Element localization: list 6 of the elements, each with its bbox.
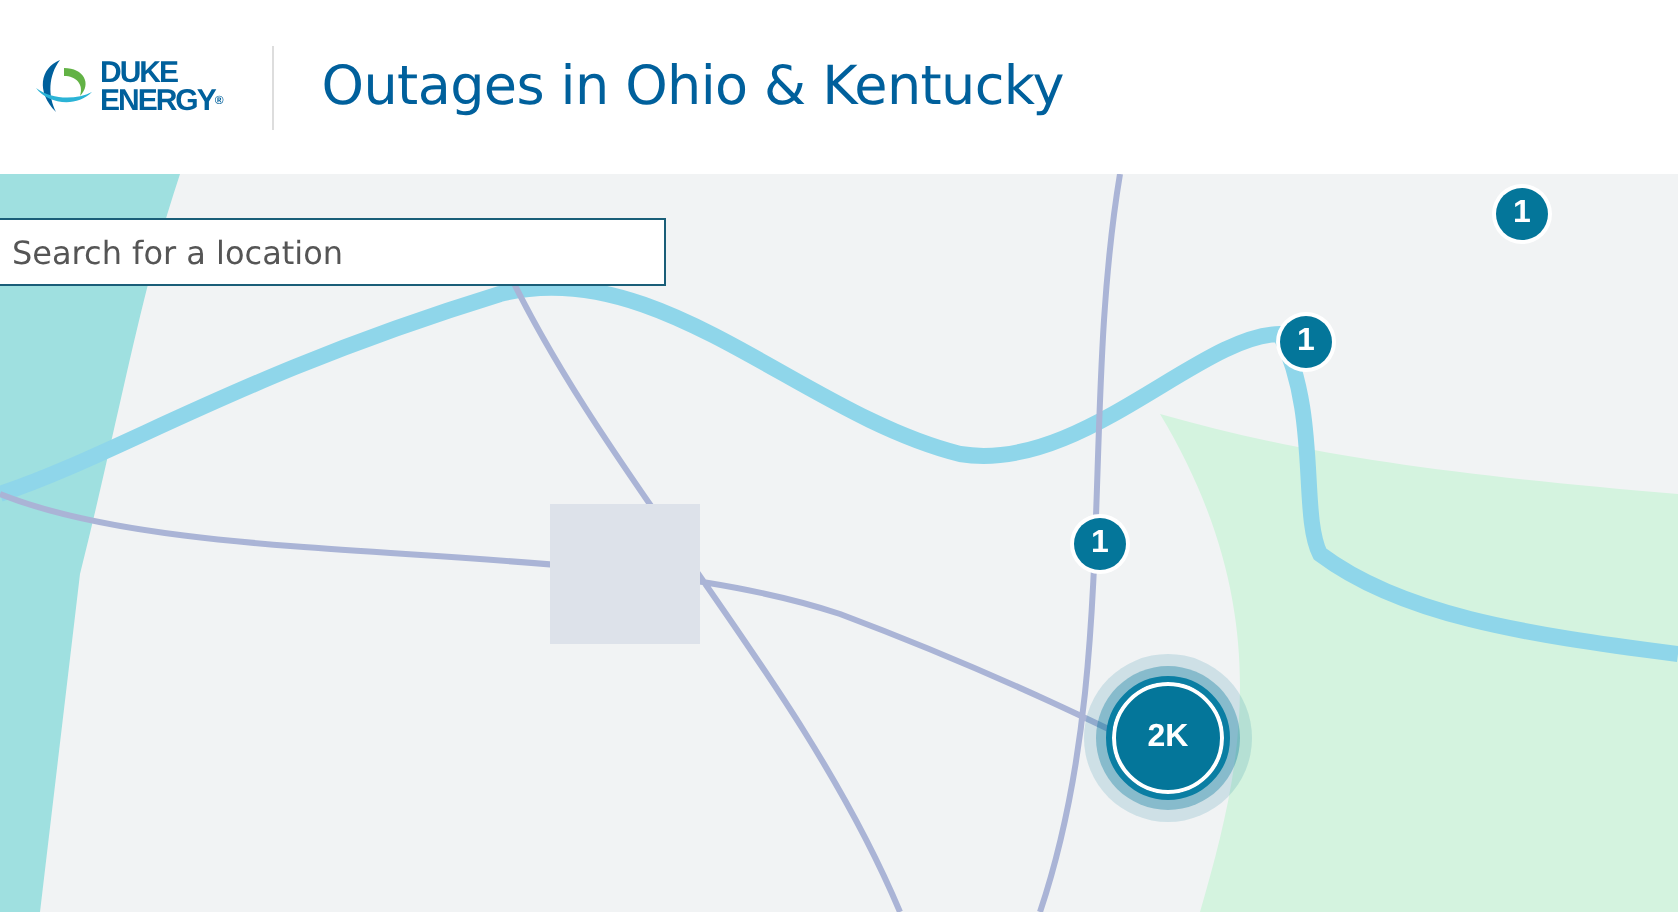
search-field[interactable]: Search for a location	[0, 218, 666, 286]
outage-marker[interactable]: 1	[1280, 316, 1332, 368]
page-title: Outages in Ohio & Kentucky	[321, 56, 1064, 118]
outage-marker[interactable]: 1	[1074, 518, 1126, 570]
outage-cluster-marker[interactable]: 2K	[1112, 682, 1224, 794]
outage-marker[interactable]: 1	[1496, 188, 1548, 240]
